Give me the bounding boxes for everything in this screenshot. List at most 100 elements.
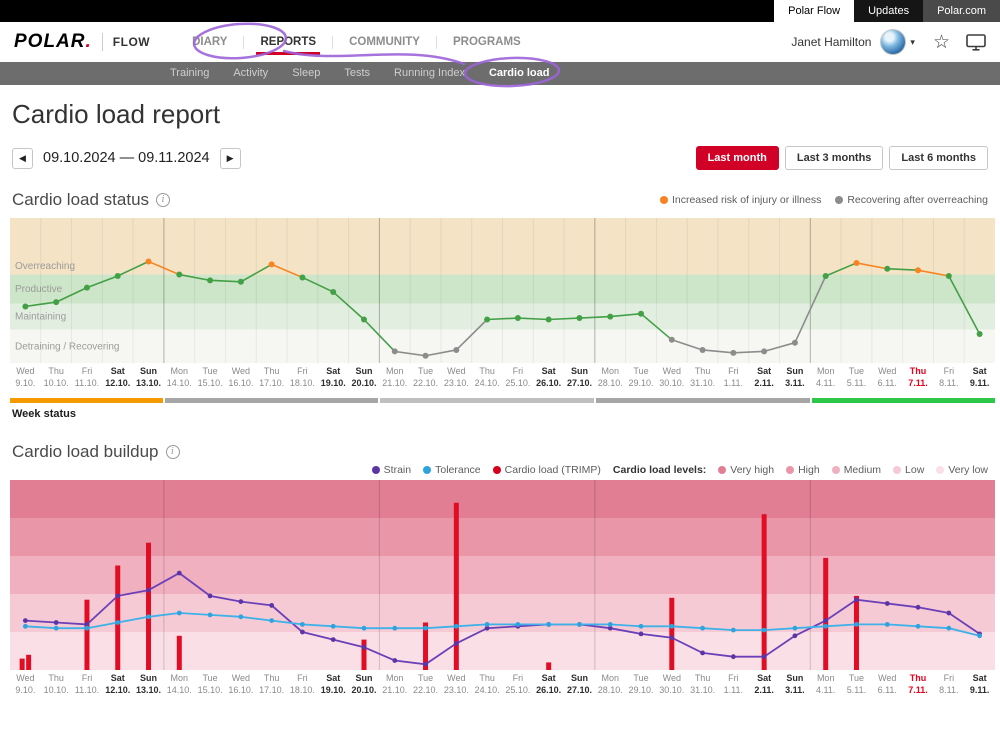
subnav-item-training[interactable]: Training — [158, 62, 221, 85]
x-axis-label: Fri1.11. — [718, 366, 749, 389]
subnav-item-sleep[interactable]: Sleep — [280, 62, 332, 85]
legend-item: Tolerance — [423, 464, 481, 476]
legend-dot-icon — [936, 466, 944, 474]
subnav-item-running-index[interactable]: Running Index — [382, 62, 477, 85]
flow-label: FLOW — [113, 35, 150, 49]
nav-item-programs[interactable]: PROGRAMS — [437, 22, 537, 62]
x-axis-label: Thu10.10. — [41, 366, 72, 389]
x-axis-label: Sat9.11. — [964, 673, 995, 696]
legend-item: Medium — [832, 464, 881, 476]
toplink-polar-com[interactable]: Polar.com — [923, 0, 1000, 22]
subnav-item-cardio-load[interactable]: Cardio load — [477, 62, 562, 85]
x-axis-label: Sat12.10. — [102, 366, 133, 389]
x-axis-label: Mon21.10. — [379, 673, 410, 696]
legend-dot-icon — [786, 466, 794, 474]
x-axis-label: Fri1.11. — [718, 673, 749, 696]
x-axis-label: Wed9.10. — [10, 673, 41, 696]
toplink-polar-flow[interactable]: Polar Flow — [774, 0, 854, 22]
x-axis-label: Thu31.10. — [687, 673, 718, 696]
x-axis-label: Sat19.10. — [318, 366, 349, 389]
legend-item: Recovering after overreaching — [835, 194, 988, 206]
range-buttons: Last month Last 3 months Last 6 months — [696, 146, 988, 170]
user-name[interactable]: Janet Hamilton — [791, 35, 871, 49]
x-axis-label: Sun20.10. — [349, 366, 380, 389]
polar-logo-dot: . — [86, 31, 92, 52]
x-axis-label: Mon4.11. — [810, 366, 841, 389]
x-axis-label: Sun13.10. — [133, 673, 164, 696]
chevron-down-icon[interactable]: ▾ — [910, 37, 915, 48]
next-period-button[interactable]: ▶ — [220, 148, 241, 169]
subnav-item-activity[interactable]: Activity — [221, 62, 280, 85]
x-axis-label: Thu17.10. — [256, 366, 287, 389]
x-axis-label: Thu7.11. — [903, 366, 934, 389]
x-axis-label: Wed16.10. — [225, 673, 256, 696]
x-axis-label: Tue15.10. — [195, 366, 226, 389]
cardio-load-status-chart: OverreachingProductiveMaintainingDetrain… — [10, 218, 995, 363]
last-6-months-button[interactable]: Last 6 months — [889, 146, 988, 170]
x-axis-label: Sun27.10. — [564, 366, 595, 389]
top-utility-bar: Polar Flow Updates Polar.com — [0, 0, 1000, 22]
last-month-button[interactable]: Last month — [696, 146, 779, 170]
x-axis-label: Fri8.11. — [933, 673, 964, 696]
x-axis-label: Sat2.11. — [749, 673, 780, 696]
polar-logo[interactable]: POLAR. — [14, 31, 92, 53]
x-axis-label: Tue5.11. — [841, 366, 872, 389]
subnav-item-tests[interactable]: Tests — [332, 62, 382, 85]
legend-dot-icon — [893, 466, 901, 474]
x-axis-label: Mon14.10. — [164, 673, 195, 696]
legend-item: Very low — [936, 464, 988, 476]
x-axis-label: Thu17.10. — [256, 673, 287, 696]
info-icon[interactable]: i — [166, 445, 180, 459]
week-status-segment — [596, 398, 810, 403]
buildup-legend: StrainToleranceCardio load (TRIMP)Cardio… — [12, 464, 988, 476]
week-status-segment — [812, 398, 995, 403]
status-legend: Increased risk of injury or illnessRecov… — [660, 194, 988, 206]
x-axis-label: Wed23.10. — [441, 673, 472, 696]
x-axis-label: Mon4.11. — [810, 673, 841, 696]
legend-dot-icon — [718, 466, 726, 474]
x-axis-label: Wed30.10. — [656, 366, 687, 389]
week-status-bar — [10, 398, 995, 403]
x-axis-label: Sun27.10. — [564, 673, 595, 696]
legend-dot-icon — [832, 466, 840, 474]
legend-item: Cardio load (TRIMP) — [493, 464, 601, 476]
band-label: Overreaching — [15, 261, 75, 272]
x-axis-label: Tue5.11. — [841, 673, 872, 696]
brand-divider — [102, 33, 103, 51]
week-status-segment — [165, 398, 379, 403]
x-axis-label: Sun13.10. — [133, 366, 164, 389]
x-axis-label: Thu31.10. — [687, 366, 718, 389]
x-axis-label: Mon28.10. — [595, 366, 626, 389]
nav-item-reports[interactable]: REPORTS — [244, 22, 332, 62]
buildup-section-title: Cardio load buildup — [12, 442, 159, 462]
prev-period-button[interactable]: ◀ — [12, 148, 33, 169]
favorites-star-icon[interactable]: ☆ — [933, 33, 950, 52]
legend-dot-icon — [423, 466, 431, 474]
avatar[interactable] — [880, 29, 906, 55]
nav-item-community[interactable]: COMMUNITY — [333, 22, 436, 62]
x-axis-label: Tue15.10. — [195, 673, 226, 696]
brand: POLAR. FLOW — [14, 31, 150, 53]
band-label: Detraining / Recovering — [15, 341, 120, 352]
x-axis-label: Tue29.10. — [626, 673, 657, 696]
date-range-value: 09.10.2024 — 09.11.2024 — [43, 150, 210, 166]
cardio-load-levels-label: Cardio load levels: — [613, 464, 706, 476]
buildup-chart-x-axis: Wed9.10.Thu10.10.Fri11.10.Sat12.10.Sun13… — [0, 673, 1000, 696]
buildup-section-head: Cardio load buildup i — [12, 442, 988, 462]
last-3-months-button[interactable]: Last 3 months — [785, 146, 884, 170]
x-axis-label: Wed30.10. — [656, 673, 687, 696]
info-icon[interactable]: i — [156, 193, 170, 207]
x-axis-label: Thu24.10. — [472, 673, 503, 696]
nav-item-diary[interactable]: DIARY — [176, 22, 243, 62]
page-title: Cardio load report — [12, 99, 1000, 130]
legend-item: High — [786, 464, 820, 476]
main-header: POLAR. FLOW DIARY REPORTS COMMUNITY PROG… — [0, 22, 1000, 62]
x-axis-label: Fri11.10. — [72, 673, 103, 696]
x-axis-label: Mon21.10. — [379, 366, 410, 389]
x-axis-label: Fri8.11. — [933, 366, 964, 389]
legend-dot-icon — [372, 466, 380, 474]
x-axis-label: Sat12.10. — [102, 673, 133, 696]
monitor-icon[interactable] — [966, 34, 986, 51]
cardio-load-buildup-chart — [10, 480, 995, 670]
toplink-updates[interactable]: Updates — [854, 0, 923, 22]
